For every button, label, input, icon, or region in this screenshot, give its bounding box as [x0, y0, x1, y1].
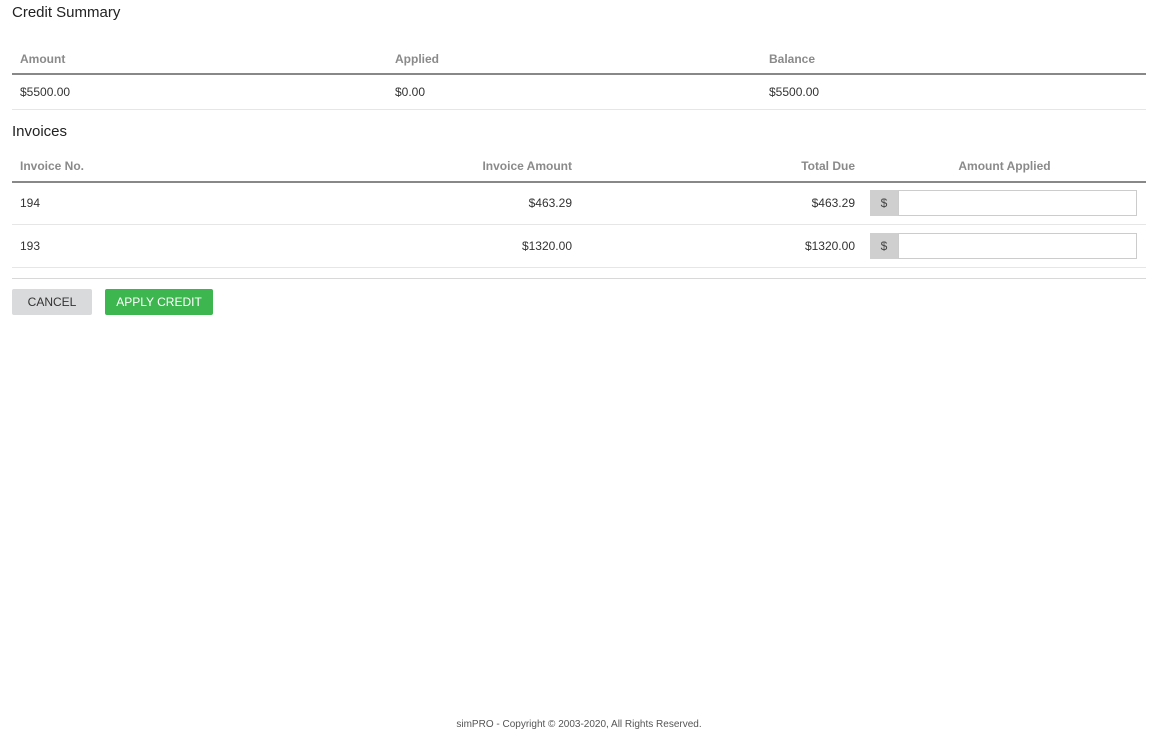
column-header-invoice-amount: Invoice Amount — [292, 151, 580, 183]
column-header-invoice-no: Invoice No. — [12, 151, 292, 183]
credit-balance-value: $5500.00 — [761, 74, 1146, 110]
amount-applied-input[interactable] — [898, 233, 1137, 259]
currency-addon: $ — [870, 190, 898, 217]
invoices-header-row: Invoice No. Invoice Amount Total Due Amo… — [12, 151, 1146, 183]
table-row: $5500.00 $0.00 $5500.00 — [12, 74, 1146, 110]
cancel-button[interactable]: CANCEL — [12, 289, 92, 315]
credit-amount-value: $5500.00 — [12, 74, 387, 110]
credit-summary-title: Credit Summary — [12, 4, 121, 21]
credit-summary-table: Amount Applied Balance $5500.00 $0.00 $5… — [12, 44, 1146, 110]
currency-addon: $ — [870, 233, 898, 259]
invoice-no-cell: 194 — [12, 181, 292, 225]
copyright-footer: simPRO - Copyright © 2003-2020, All Righ… — [456, 719, 702, 730]
column-header-amount: Amount — [12, 44, 387, 75]
column-header-balance: Balance — [761, 44, 1146, 75]
form-actions: CANCEL APPLY CREDIT — [12, 278, 1146, 315]
amount-applied-input[interactable] — [898, 190, 1137, 217]
table-row: 193 $1320.00 $1320.00 $ — [12, 224, 1146, 268]
credit-applied-value: $0.00 — [387, 74, 761, 110]
invoice-amount-cell: $1320.00 — [292, 224, 580, 268]
column-header-amount-applied: Amount Applied — [863, 151, 1146, 183]
invoice-no-cell: 193 — [12, 224, 292, 268]
invoices-title: Invoices — [12, 122, 68, 140]
amount-applied-cell: $ — [863, 181, 1146, 225]
credit-summary-header-row: Amount Applied Balance — [12, 44, 1146, 75]
apply-credit-page: Credit Summary Amount Applied Balance $5… — [0, 0, 1158, 733]
column-header-applied: Applied — [387, 44, 761, 75]
apply-credit-button[interactable]: APPLY CREDIT — [105, 289, 213, 315]
amount-applied-input-group: $ — [870, 233, 1137, 259]
invoices-table: Invoice No. Invoice Amount Total Due Amo… — [12, 151, 1146, 268]
total-due-cell: $463.29 — [580, 181, 863, 225]
column-header-total-due: Total Due — [580, 151, 863, 183]
amount-applied-cell: $ — [863, 224, 1146, 268]
table-row: 194 $463.29 $463.29 $ — [12, 181, 1146, 225]
total-due-cell: $1320.00 — [580, 224, 863, 268]
amount-applied-input-group: $ — [870, 190, 1137, 217]
invoice-amount-cell: $463.29 — [292, 181, 580, 225]
